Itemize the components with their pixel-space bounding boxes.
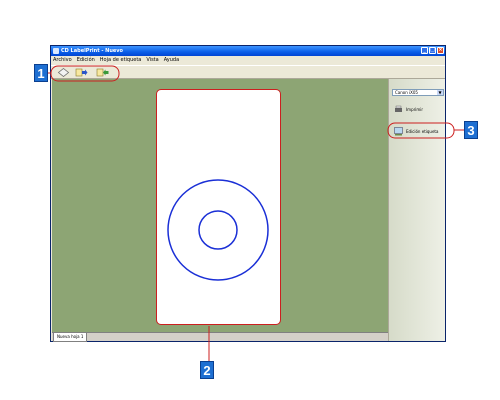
label-page[interactable] <box>156 89 281 325</box>
disc-layout <box>167 179 269 281</box>
app-window: CD LabelPrint - Nuevo _ □ × Archivo Edic… <box>50 45 446 342</box>
label-workspace[interactable] <box>52 79 388 332</box>
new-label-icon <box>57 68 70 77</box>
printer-select[interactable]: Canon iX05 ▼ <box>392 89 444 96</box>
menu-archivo[interactable]: Archivo <box>53 56 72 65</box>
chevron-down-icon[interactable]: ▼ <box>437 90 443 95</box>
disc-outer-ring <box>167 179 269 281</box>
edit-label-button-label: Edición etiqueta <box>406 128 439 134</box>
edit-label-button[interactable]: Edición etiqueta <box>394 125 444 137</box>
window-title: CD LabelPrint - Nuevo <box>61 48 123 54</box>
callout-1: 1 <box>34 64 48 82</box>
sheet-tab[interactable]: Nueva hoja 1 <box>53 333 88 342</box>
print-button-label: Imprimir <box>406 106 424 112</box>
callout-2: 2 <box>200 361 214 379</box>
side-panel: Canon iX05 ▼ Imprimir Edición etiqueta <box>388 79 445 341</box>
title-bar[interactable]: CD LabelPrint - Nuevo _ □ × <box>51 46 445 56</box>
toolbar <box>51 65 445 79</box>
import-button[interactable] <box>75 68 88 77</box>
export-button[interactable] <box>96 68 109 77</box>
minimize-button[interactable]: _ <box>421 47 428 54</box>
maximize-button[interactable]: □ <box>429 47 436 54</box>
printer-select-value: Canon iX05 <box>395 90 418 95</box>
export-icon <box>96 68 109 77</box>
printer-icon <box>395 105 402 112</box>
import-icon <box>75 68 88 77</box>
callout-3: 3 <box>464 121 478 139</box>
new-label-button[interactable] <box>57 68 70 77</box>
menu-ayuda[interactable]: Ayuda <box>164 56 179 65</box>
disc-inner-ring <box>198 210 238 250</box>
print-button[interactable]: Imprimir <box>394 103 444 115</box>
menu-bar: Archivo Edición Hoja de etiqueta Vista A… <box>51 56 445 65</box>
menu-vista[interactable]: Vista <box>146 56 158 65</box>
sheet-tab-bar: Nueva hoja 1 <box>52 332 388 342</box>
menu-edicion[interactable]: Edición <box>77 56 95 65</box>
close-button[interactable]: × <box>437 47 444 54</box>
edit-label-icon <box>394 126 403 135</box>
menu-hoja-de-etiqueta[interactable]: Hoja de etiqueta <box>100 56 142 65</box>
app-icon <box>53 48 59 54</box>
